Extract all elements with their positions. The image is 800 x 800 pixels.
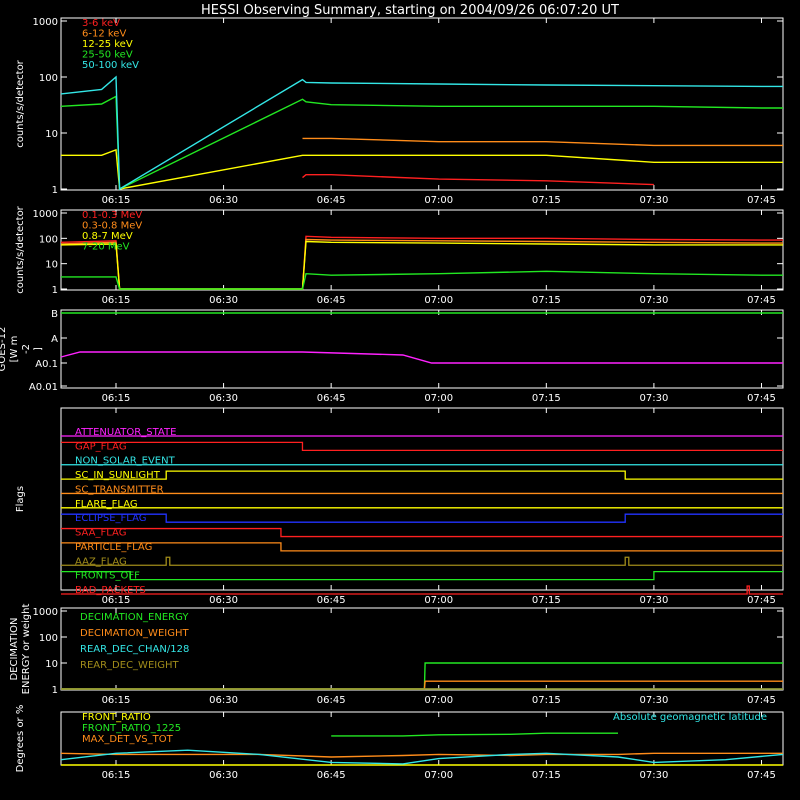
x-tick-label: 07:45 — [747, 770, 776, 781]
x-tick-label: 07:00 — [424, 770, 453, 781]
x-tick-label: 07:15 — [532, 295, 561, 306]
legend-3-6-kev: 3-6 keV — [82, 18, 120, 29]
y-tick-label: 1 — [52, 685, 58, 696]
x-tick-label: 07:45 — [747, 295, 776, 306]
y-tick-label: 1000 — [33, 17, 58, 28]
y-axis-label: -2 — [21, 344, 32, 354]
y-axis-label: Flags — [15, 486, 26, 512]
legend-0-3-0-8-mev: 0.3-0.8 MeV — [82, 221, 142, 232]
y-tick-label: 10 — [45, 260, 58, 271]
x-tick-label: 06:45 — [317, 393, 346, 404]
y-axis-label: GOES-12 — [0, 327, 8, 372]
x-tick-label: 07:30 — [639, 770, 668, 781]
y-axis-label: DECIMATION — [9, 617, 20, 680]
legend-6-12-kev: 6-12 keV — [82, 29, 126, 40]
y-tick-label: 100 — [39, 633, 58, 644]
y-tick-label: A — [51, 334, 58, 345]
legend-front-ratio: FRONT_RATIO — [82, 712, 151, 723]
x-tick-label: 06:45 — [317, 595, 346, 606]
legend-25-50-kev: 25-50 keV — [82, 50, 133, 61]
annotation-geomagnetic-latitude: Absolute geomagnetic latitude — [613, 712, 767, 723]
x-tick-label: 07:00 — [424, 595, 453, 606]
y-tick-label: 10 — [45, 659, 58, 670]
x-tick-label: 06:45 — [317, 695, 346, 706]
x-tick-label: 06:30 — [209, 770, 238, 781]
y-tick-label: 10 — [45, 129, 58, 140]
x-tick-label: 07:30 — [639, 195, 668, 206]
y-tick-label: 100 — [39, 234, 58, 245]
y-axis-label: Degrees or % — [15, 705, 26, 773]
y-tick-label: 1000 — [33, 607, 58, 618]
legend-max-det-vs-tot: MAX_DET_VS_TOT — [82, 734, 174, 745]
legend-12-25-kev: 12-25 keV — [82, 39, 133, 50]
y-tick-label: A0.01 — [29, 382, 58, 393]
x-tick-label: 07:15 — [532, 595, 561, 606]
x-tick-label: 06:30 — [209, 393, 238, 404]
x-tick-label: 07:15 — [532, 770, 561, 781]
x-tick-label: 07:15 — [532, 695, 561, 706]
x-tick-label: 06:45 — [317, 770, 346, 781]
x-tick-label: 06:30 — [209, 595, 238, 606]
legend-7-20-mev: 7-20 MeV — [82, 242, 130, 253]
x-tick-label: 06:15 — [102, 595, 131, 606]
legend-decimation-weight: DECIMATION_WEIGHT — [80, 628, 189, 639]
x-tick-label: 07:15 — [532, 393, 561, 404]
x-tick-label: 06:15 — [102, 195, 131, 206]
x-tick-label: 06:15 — [102, 393, 131, 404]
x-tick-label: 07:00 — [424, 393, 453, 404]
legend-decimation-energy: DECIMATION_ENERGY — [80, 612, 189, 623]
legend-front-ratio-1225: FRONT_RATIO_1225 — [82, 723, 181, 734]
y-tick-label: B — [51, 309, 58, 320]
x-tick-label: 07:00 — [424, 295, 453, 306]
legend-rear-dec-chan-128: REAR_DEC_CHAN/128 — [80, 644, 189, 655]
y-tick-label: 1 — [52, 285, 58, 296]
legend-50-100-kev: 50-100 keV — [82, 60, 139, 71]
chart-title: HESSI Observing Summary, starting on 200… — [201, 3, 619, 18]
x-tick-label: 07:45 — [747, 393, 776, 404]
y-axis-label: ] — [33, 347, 44, 351]
y-axis-label: counts/s/detector — [15, 59, 26, 147]
y-tick-label: 100 — [39, 73, 58, 84]
x-tick-label: 06:15 — [102, 295, 131, 306]
x-tick-label: 06:15 — [102, 695, 131, 706]
x-tick-label: 06:45 — [317, 295, 346, 306]
y-tick-label: A0.1 — [35, 359, 58, 370]
x-tick-label: 06:30 — [209, 695, 238, 706]
x-tick-label: 07:30 — [639, 295, 668, 306]
y-tick-label: 1 — [52, 185, 58, 196]
x-tick-label: 07:30 — [639, 595, 668, 606]
x-tick-label: 07:30 — [639, 393, 668, 404]
x-tick-label: 07:30 — [639, 695, 668, 706]
legend-0-8-7-mev: 0.8-7 MeV — [82, 231, 133, 242]
y-axis-label: [W m — [9, 336, 20, 363]
x-tick-label: 06:45 — [317, 195, 346, 206]
legend-0-1-0-3-mev: 0.1-0.3 MeV — [82, 210, 142, 221]
y-axis-label: counts/s/detector — [15, 205, 26, 293]
x-tick-label: 07:00 — [424, 195, 453, 206]
x-tick-label: 07:15 — [532, 195, 561, 206]
x-tick-label: 06:30 — [209, 195, 238, 206]
y-axis-label: ENERGY or weight — [21, 604, 32, 695]
observing-summary-chart: HESSI Observing Summary, starting on 200… — [0, 0, 800, 800]
legend-rear-dec-weight: REAR_DEC_WEIGHT — [80, 660, 179, 671]
x-tick-label: 07:45 — [747, 695, 776, 706]
y-tick-label: 1000 — [33, 209, 58, 220]
x-tick-label: 06:15 — [102, 770, 131, 781]
x-tick-label: 07:00 — [424, 695, 453, 706]
x-tick-label: 07:45 — [747, 195, 776, 206]
x-tick-label: 06:30 — [209, 295, 238, 306]
x-tick-label: 07:45 — [747, 595, 776, 606]
